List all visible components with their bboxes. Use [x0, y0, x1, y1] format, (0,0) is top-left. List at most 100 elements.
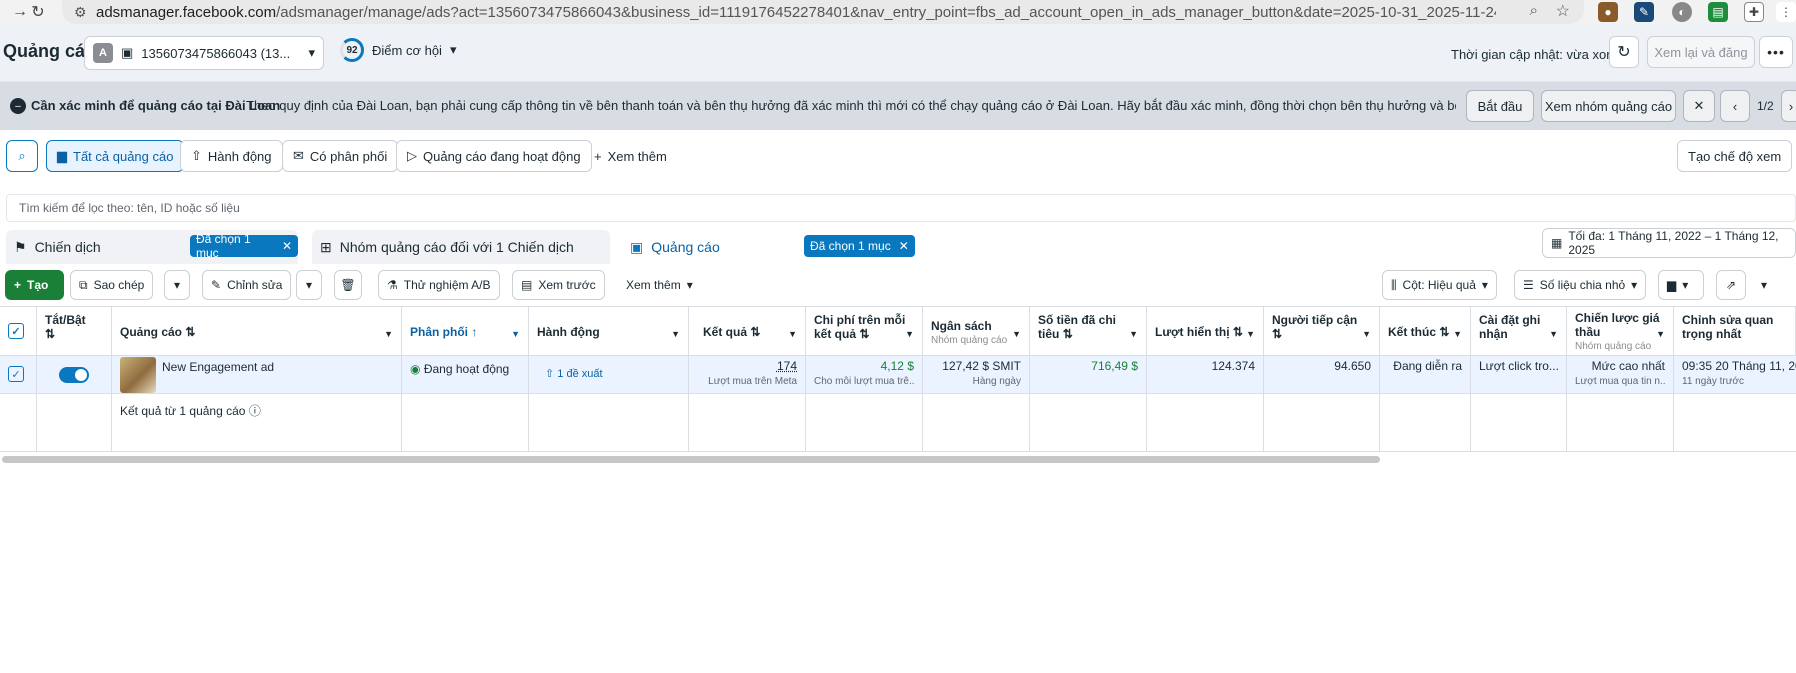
ad-toggle-switch[interactable] [59, 367, 89, 383]
duplicate-dropdown[interactable]: ▾ [164, 270, 190, 300]
filter-see-more[interactable]: + Xem thêm [584, 140, 677, 172]
header-actions[interactable]: Hành động ▼ [529, 306, 689, 356]
tab-ads[interactable]: ▣ Quảng cáo Đã chọn 1 mục ✕ [620, 230, 918, 264]
extension-icon[interactable]: ✎ [1634, 2, 1654, 22]
more-actions-button[interactable]: Xem thêm ▾ [618, 270, 701, 300]
search-button[interactable]: ⌕ [6, 140, 38, 172]
table-toolbar: + Tạo ⧉ Sao chép ▾ ✎ Chỉnh sửa ▾ 🗑 ⚗ Thử ngh… [0, 268, 1796, 302]
breakdown-button[interactable]: ☰ Số liệu chia nhỏ ▾ [1514, 270, 1647, 300]
filter-active-ads[interactable]: ▷ Quảng cáo đang hoạt động [396, 140, 592, 172]
preview-icon: ▤ [521, 278, 533, 292]
site-info-icon[interactable]: ⚙ [74, 4, 96, 21]
pencil-icon: ✎ [211, 278, 222, 292]
select-all-checkbox[interactable]: ✓ [8, 323, 24, 339]
row-toggle[interactable] [37, 356, 112, 394]
filter-label: Hành động [207, 148, 272, 164]
export-dropdown[interactable]: ▾ [1750, 270, 1778, 300]
header-label: Người tiếp cận [1272, 313, 1358, 327]
horizontal-scrollbar[interactable] [2, 456, 1380, 463]
last-edit-value: 09:35 20 Tháng 11, 2025 [1682, 359, 1796, 373]
recommendation-link[interactable]: ⇧ 1 đề xuất [545, 368, 603, 380]
create-view-button[interactable]: Tạo chế độ xem [1677, 140, 1793, 172]
summary-empty [1567, 394, 1674, 452]
caret-icon: ▼ [384, 329, 393, 339]
export-button[interactable]: ⇗ [1716, 270, 1746, 300]
header-attribution[interactable]: Cài đặt ghi nhận ▼ [1471, 306, 1567, 356]
header-select-all[interactable]: ✓ [0, 306, 37, 356]
chevron-down-icon: ▾ [1682, 278, 1689, 292]
summary-text: Kết quả từ 1 quảng cáo [120, 404, 246, 418]
row-actions[interactable]: ⇧ 1 đề xuất [529, 356, 689, 394]
header-results[interactable]: Kết quả ⇅ ▼ [689, 306, 806, 356]
header-impressions[interactable]: Lượt hiển thị ⇅ ▼ [1147, 306, 1264, 356]
tab-adsets[interactable]: ⊞ Nhóm quảng cáo đối với 1 Chiến dịch [312, 230, 610, 264]
more-browser-icon[interactable]: ⋮ [1776, 2, 1796, 22]
header-ad[interactable]: Quảng cáo ⇅ ▼ [112, 306, 402, 356]
duplicate-button[interactable]: ⧉ Sao chép [70, 270, 154, 300]
ad-name[interactable]: New Engagement ad [162, 357, 274, 392]
edit-dropdown[interactable]: ▾ [296, 270, 322, 300]
date-range-picker[interactable]: ▦ Tối đa: 1 Tháng 11, 2022 – 1 Tháng 12, … [1542, 228, 1796, 258]
header-last-edit[interactable]: Chỉnh sửa quan trọng nhất [1674, 306, 1796, 356]
filter-actions[interactable]: ⇧ Hành động [180, 140, 283, 172]
zoom-icon[interactable]: ⌕ [1530, 2, 1538, 19]
summary-empty [689, 394, 806, 452]
edit-button[interactable]: ✎ Chỉnh sửa [202, 270, 292, 300]
row-checkbox[interactable]: ✓ [8, 366, 24, 382]
close-icon[interactable]: ✕ [899, 239, 909, 253]
header-ends[interactable]: Kết thúc ⇅ ▼ [1380, 306, 1471, 356]
ads-selected-chip[interactable]: Đã chọn 1 mục ✕ [804, 235, 915, 257]
bookmark-star-icon[interactable]: ☆ [1556, 1, 1570, 21]
sort-icon: ⇅ [1439, 325, 1450, 339]
header-cost-per-result[interactable]: Chi phí trên mỗi kết quả ⇅ ▼ [806, 306, 923, 356]
delete-button[interactable]: 🗑 [334, 270, 362, 300]
header-sublabel: Nhóm quảng cáo [931, 335, 1008, 346]
tab-campaigns[interactable]: ⚑ Chiến dịch Đã chọn 1 mục ✕ [6, 230, 298, 264]
header-budget[interactable]: Ngân sách Nhóm quảng cáo ▼ [923, 306, 1030, 356]
profile-extension-icon[interactable]: ◐ [1672, 2, 1692, 22]
row-ad-name[interactable]: New Engagement ad [112, 356, 402, 394]
header-spent[interactable]: Số tiền đã chi tiêu ⇅ ▼ [1030, 306, 1147, 356]
row-attribution: Lượt click tro... [1471, 356, 1567, 394]
opportunity-label: Điểm cơ hội [372, 42, 442, 58]
close-banner-button[interactable]: ✕ [1683, 90, 1715, 122]
sort-icon: ⇅ [859, 327, 870, 341]
address-bar[interactable]: ⚙ adsmanager.facebook.com/adsmanager/man… [62, 0, 1584, 24]
preview-button[interactable]: ▤ Xem trước [512, 270, 605, 300]
forward-icon[interactable]: → [10, 2, 30, 22]
puzzle-extension-icon[interactable]: ✚ [1744, 2, 1764, 22]
header-delivery[interactable]: Phân phối ↑ ▼ [402, 306, 529, 356]
prev-page-button[interactable]: ‹ [1720, 90, 1750, 122]
ab-test-button[interactable]: ⚗ Thử nghiệm A/B [378, 270, 500, 300]
header-label: Kết thúc [1388, 325, 1436, 339]
header-bid-strategy[interactable]: Chiến lược giá thầu Nhóm quảng cáo ▼ [1567, 306, 1674, 356]
info-icon[interactable]: ⓘ [249, 404, 261, 418]
filter-delivery[interactable]: ✉ Có phân phối [282, 140, 399, 172]
start-button[interactable]: Bắt đầu [1466, 90, 1534, 122]
account-selector[interactable]: A ▣ 1356073475866043 (13... ▾ [84, 36, 324, 70]
recommendation-label: 1 đề xuất [557, 368, 603, 380]
view-adsets-button[interactable]: Xem nhóm quảng cáo [1541, 90, 1676, 122]
summary-empty [1264, 394, 1380, 452]
review-publish-button[interactable]: Xem lại và đăng [1647, 36, 1755, 68]
create-button[interactable]: + Tạo [5, 270, 64, 300]
more-options-button[interactable]: ••• [1759, 36, 1793, 68]
opportunity-score[interactable]: 92 Điểm cơ hội ▾ [340, 38, 456, 62]
reports-button[interactable]: ▆ ▾ [1658, 270, 1704, 300]
cookie-extension-icon[interactable]: ● [1598, 2, 1618, 22]
columns-button[interactable]: ⫼ Cột: Hiệu quả ▾ [1382, 270, 1497, 300]
header-toggle[interactable]: Tắt/Bật ⇅ [37, 306, 112, 356]
trash-icon: 🗑 [340, 278, 356, 292]
row-select[interactable]: ✓ [0, 356, 37, 394]
search-input[interactable]: Tìm kiếm để lọc theo: tên, ID hoặc số li… [6, 194, 1796, 222]
sheets-extension-icon[interactable]: ▤ [1708, 2, 1728, 22]
campaign-selected-chip[interactable]: Đã chọn 1 mục ✕ [190, 232, 298, 260]
filter-all-ads[interactable]: ▆ Tất cả quảng cáo [46, 140, 185, 172]
close-icon[interactable]: ✕ [282, 239, 292, 253]
page-title: Quảng cáo [3, 41, 97, 61]
next-page-button[interactable]: › [1781, 90, 1796, 122]
header-reach[interactable]: Người tiếp cận ⇅ ▼ [1264, 306, 1380, 356]
refresh-button[interactable]: ↻ [1609, 36, 1639, 68]
reload-icon[interactable]: ↻ [28, 2, 48, 22]
button-label: Xem trước [538, 278, 596, 292]
